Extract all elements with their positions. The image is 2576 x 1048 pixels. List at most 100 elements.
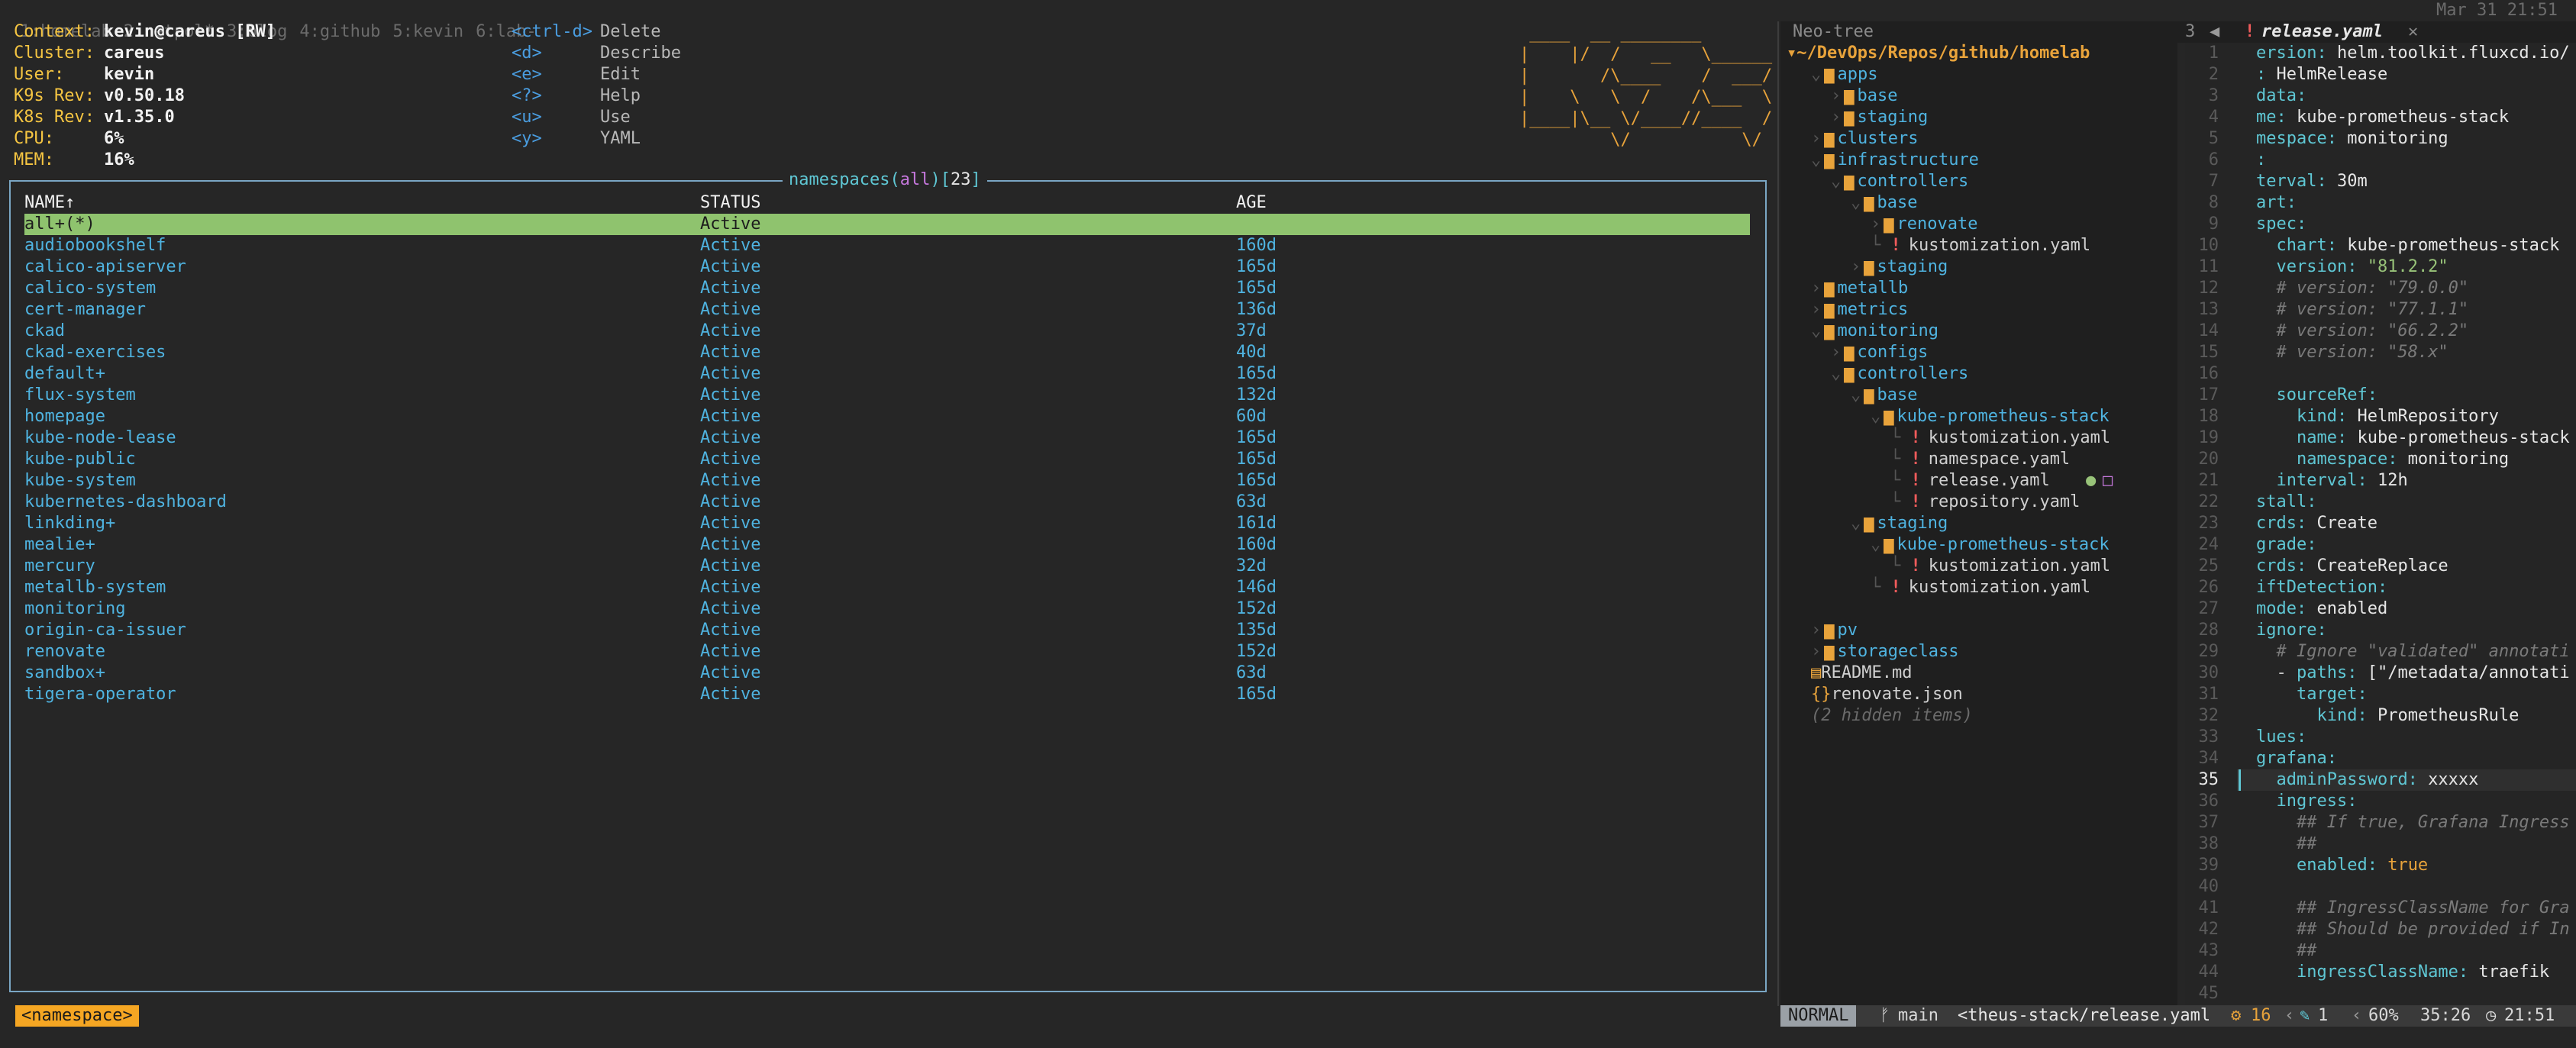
- chevron-down-icon[interactable]: ⌄: [1871, 407, 1880, 426]
- chevron-down-icon[interactable]: ⌄: [1851, 193, 1861, 212]
- breadcrumb[interactable]: <namespace>: [15, 1005, 139, 1027]
- table-row[interactable]: monitoring Active 152d: [24, 598, 1750, 620]
- chevron-down-icon[interactable]: ⌄: [1851, 514, 1861, 533]
- table-row[interactable]: homepage Active 60d: [24, 406, 1750, 427]
- column-header[interactable]: AGE: [1236, 192, 1267, 214]
- chevron-down-icon[interactable]: ⌄: [1871, 535, 1880, 554]
- tmux-window-tab[interactable]: 5:kevin: [392, 22, 463, 41]
- code-line[interactable]: - paths: ["/metadata/annotati: [2256, 663, 2569, 684]
- table-row[interactable]: origin-ca-issuer Active 135d: [24, 620, 1750, 641]
- table-row[interactable]: metallb-system Active 146d: [24, 577, 1750, 598]
- table-row[interactable]: kube-system Active 165d: [24, 470, 1750, 492]
- code-line[interactable]: data:: [2256, 85, 2306, 107]
- code-line[interactable]: ## Should be provided if In: [2256, 919, 2570, 940]
- code-line[interactable]: name: kube-prometheus-stack: [2256, 427, 2570, 449]
- table-row[interactable]: sandbox+ Active 63d: [24, 663, 1750, 684]
- chevron-right-icon[interactable]: ›: [1871, 214, 1880, 234]
- code-line[interactable]: adminPassword: xxxxx: [2256, 769, 2479, 791]
- chevron-down-icon[interactable]: ⌄: [1811, 321, 1821, 340]
- table-row[interactable]: kube-public Active 165d: [24, 449, 1750, 470]
- chevron-down-icon[interactable]: ⌄: [1811, 150, 1821, 169]
- code-line[interactable]: version: "81.2.2": [2256, 256, 2448, 278]
- chevron-right-icon[interactable]: ›: [1811, 129, 1821, 148]
- code-line[interactable]: crds: Create: [2256, 513, 2377, 534]
- table-row[interactable]: cert-manager Active 136d: [24, 299, 1750, 321]
- code-line[interactable]: # version: "77.1.1": [2256, 299, 2468, 321]
- code-line[interactable]: stall:: [2256, 492, 2316, 513]
- shortcut-action[interactable]: Describe: [600, 43, 681, 64]
- table-row[interactable]: linkding+ Active 161d: [24, 513, 1750, 534]
- code-line[interactable]: target:: [2256, 684, 2368, 705]
- code-line[interactable]: chart: kube-prometheus-stack: [2256, 235, 2560, 256]
- table-row[interactable]: kube-node-lease Active 165d: [24, 427, 1750, 449]
- back-arrow-icon[interactable]: ◀: [2210, 21, 2219, 43]
- chevron-right-icon[interactable]: ›: [1831, 108, 1841, 127]
- code-line[interactable]: ##: [2256, 940, 2317, 962]
- code-line[interactable]: mode: enabled: [2256, 598, 2387, 620]
- chevron-right-icon[interactable]: ›: [1811, 300, 1821, 319]
- chevron-right-icon[interactable]: ›: [1851, 257, 1861, 276]
- table-row[interactable]: flux-system Active 132d: [24, 385, 1750, 406]
- table-row[interactable]: calico-system Active 165d: [24, 278, 1750, 299]
- code-line[interactable]: # Ignore "validated" annotati: [2256, 641, 2569, 663]
- code-line[interactable]: interval: 12h: [2256, 470, 2408, 492]
- table-row[interactable]: ckad-exercises Active 40d: [24, 342, 1750, 363]
- shortcut-action[interactable]: Help: [600, 85, 641, 107]
- code-line[interactable]: # version: "66.2.2": [2256, 321, 2468, 342]
- code-line[interactable]: mespace: monitoring: [2256, 128, 2448, 150]
- chevron-right-icon[interactable]: ›: [1811, 279, 1821, 298]
- code-line[interactable]: ingressClassName: traefik: [2256, 962, 2549, 983]
- code-line[interactable]: ignore:: [2256, 620, 2327, 641]
- code-line[interactable]: : HelmRelease: [2256, 64, 2387, 85]
- code-line[interactable]: namespace: monitoring: [2256, 449, 2509, 470]
- code-line[interactable]: ersion: helm.toolkit.fluxcd.io/: [2256, 43, 2570, 64]
- close-tab-icon[interactable]: ✕: [2408, 21, 2418, 43]
- code-line[interactable]: terval: 30m: [2256, 171, 2368, 192]
- code-line[interactable]: grade:: [2256, 534, 2316, 556]
- code-line[interactable]: spec:: [2256, 214, 2306, 235]
- code-line[interactable]: art:: [2256, 192, 2297, 214]
- code-line[interactable]: ingress:: [2256, 791, 2358, 812]
- column-header[interactable]: STATUS: [700, 192, 760, 214]
- table-row[interactable]: renovate Active 152d: [24, 641, 1750, 663]
- table-row[interactable]: mealie+ Active 160d: [24, 534, 1750, 556]
- tmux-window-tab[interactable]: 4:github: [299, 22, 380, 41]
- chevron-down-icon[interactable]: ⌄: [1811, 65, 1821, 84]
- code-line[interactable]: enabled: true: [2256, 855, 2428, 876]
- code-line[interactable]: lues:: [2256, 727, 2306, 748]
- code-line[interactable]: kind: HelmRepository: [2256, 406, 2499, 427]
- code-line[interactable]: # version: "58.x": [2256, 342, 2448, 363]
- table-row[interactable]: default+ Active 165d: [24, 363, 1750, 385]
- code-line[interactable]: iftDetection:: [2256, 577, 2387, 598]
- code-line[interactable]: grafana:: [2256, 748, 2337, 769]
- code-line[interactable]: # version: "79.0.0": [2256, 278, 2468, 299]
- table-row[interactable]: calico-apiserver Active 165d: [24, 256, 1750, 278]
- code-line[interactable]: :: [2256, 150, 2266, 171]
- pane-divider[interactable]: [1777, 21, 1779, 1006]
- shortcut-action[interactable]: Edit: [600, 64, 641, 85]
- shortcut-action[interactable]: Delete: [600, 21, 660, 43]
- table-row[interactable]: mercury Active 32d: [24, 556, 1750, 577]
- shortcut-action[interactable]: YAML: [600, 128, 641, 150]
- chevron-down-icon[interactable]: ⌄: [1831, 364, 1841, 383]
- table-row[interactable]: ckad Active 37d: [24, 321, 1750, 342]
- table-row[interactable]: kubernetes-dashboard Active 63d: [24, 492, 1750, 513]
- chevron-right-icon[interactable]: ›: [1811, 621, 1821, 640]
- chevron-right-icon[interactable]: ›: [1811, 642, 1821, 661]
- column-header[interactable]: NAME↑: [24, 192, 75, 214]
- code-line[interactable]: ## If true, Grafana Ingress: [2256, 812, 2570, 834]
- chevron-down-icon[interactable]: ⌄: [1851, 385, 1861, 405]
- chevron-right-icon[interactable]: ›: [1831, 343, 1841, 362]
- code-line[interactable]: ##: [2256, 834, 2317, 855]
- table-row[interactable]: all+(*) Active: [24, 214, 1750, 235]
- table-row[interactable]: audiobookshelf Active 160d: [24, 235, 1750, 256]
- chevron-right-icon[interactable]: ›: [1831, 86, 1841, 105]
- code-line[interactable]: me: kube-prometheus-stack: [2256, 107, 2509, 128]
- neo-tree-root[interactable]: ▾~/DevOps/Repos/github/homelab: [1787, 43, 2090, 64]
- tab-release-yaml[interactable]: release.yaml: [2261, 21, 2383, 43]
- shortcut-action[interactable]: Use: [600, 107, 631, 128]
- code-line[interactable]: ## IngressClassName for Gra: [2256, 898, 2570, 919]
- code-line[interactable]: sourceRef:: [2256, 385, 2377, 406]
- chevron-down-icon[interactable]: ⌄: [1831, 172, 1841, 191]
- table-row[interactable]: tigera-operator Active 165d: [24, 684, 1750, 705]
